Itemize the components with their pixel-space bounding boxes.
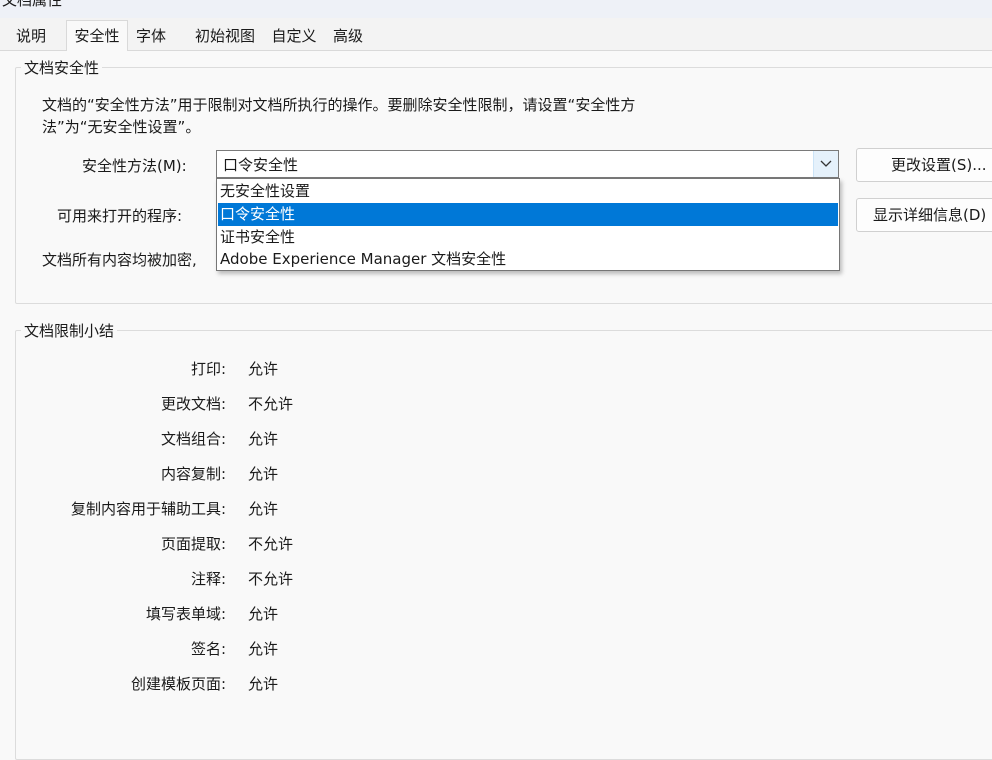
restriction-label: 填写表单域: bbox=[145, 605, 226, 623]
open-with-label: 可用来打开的程序: bbox=[57, 207, 183, 225]
tab-initial-view[interactable]: 初始视图 bbox=[186, 22, 264, 50]
security-method-select[interactable]: 口令安全性 bbox=[216, 150, 839, 178]
restriction-value: 不允许 bbox=[248, 395, 294, 413]
restriction-label: 内容复制: bbox=[160, 465, 226, 483]
title-bar: 文档属性 bbox=[0, 0, 992, 18]
change-settings-button[interactable]: 更改设置(S)... bbox=[856, 148, 992, 182]
restriction-label: 复制内容用于辅助工具: bbox=[70, 500, 226, 518]
security-method-dropdown: 无安全性设置 口令安全性 证书安全性 Adobe Experience Mana… bbox=[216, 178, 840, 271]
document-security-title: 文档安全性 bbox=[21, 57, 103, 78]
restrictions-summary-title: 文档限制小结 bbox=[21, 320, 118, 341]
restriction-value: 允许 bbox=[248, 500, 279, 518]
restriction-label: 签名: bbox=[190, 640, 226, 658]
restriction-value: 允许 bbox=[248, 360, 279, 378]
option-aem-document-security[interactable]: Adobe Experience Manager 文档安全性 bbox=[218, 248, 838, 271]
restriction-value: 允许 bbox=[248, 640, 279, 658]
chevron-down-icon bbox=[820, 160, 832, 167]
restriction-value: 允许 bbox=[248, 675, 279, 693]
encryption-text: 文档所有内容均被加密, bbox=[42, 251, 197, 269]
restriction-label: 注释: bbox=[190, 570, 226, 588]
restriction-label: 创建模板页面: bbox=[130, 675, 226, 693]
security-method-value: 口令安全性 bbox=[223, 156, 299, 174]
tab-description[interactable]: 说明 bbox=[6, 22, 56, 50]
option-password-security[interactable]: 口令安全性 bbox=[218, 203, 838, 226]
restriction-value: 不允许 bbox=[248, 535, 294, 553]
restriction-label: 页面提取: bbox=[160, 535, 226, 553]
tab-custom[interactable]: 自定义 bbox=[266, 22, 322, 50]
restriction-label: 打印: bbox=[190, 360, 226, 378]
restriction-label: 文档组合: bbox=[160, 430, 226, 448]
option-certificate-security[interactable]: 证书安全性 bbox=[218, 226, 838, 249]
tab-fonts[interactable]: 字体 bbox=[128, 22, 174, 50]
tab-advanced[interactable]: 高级 bbox=[324, 22, 372, 50]
restriction-value: 允许 bbox=[248, 430, 279, 448]
restriction-value: 允许 bbox=[248, 605, 279, 623]
security-description: 文档的“安全性方法”用于限制对文档所执行的操作。要删除安全性限制，请设置“安全性… bbox=[42, 96, 636, 136]
restriction-value: 不允许 bbox=[248, 570, 294, 588]
dropdown-arrow[interactable] bbox=[813, 151, 838, 177]
tab-security[interactable]: 安全性 bbox=[66, 20, 128, 51]
option-no-security[interactable]: 无安全性设置 bbox=[218, 180, 838, 203]
restriction-label: 更改文档: bbox=[160, 395, 226, 413]
window-title: 文档属性 bbox=[2, 0, 63, 9]
security-method-label: 安全性方法(M): bbox=[82, 157, 187, 175]
restriction-value: 允许 bbox=[248, 465, 279, 483]
show-details-button[interactable]: 显示详细信息(D) bbox=[856, 198, 992, 232]
